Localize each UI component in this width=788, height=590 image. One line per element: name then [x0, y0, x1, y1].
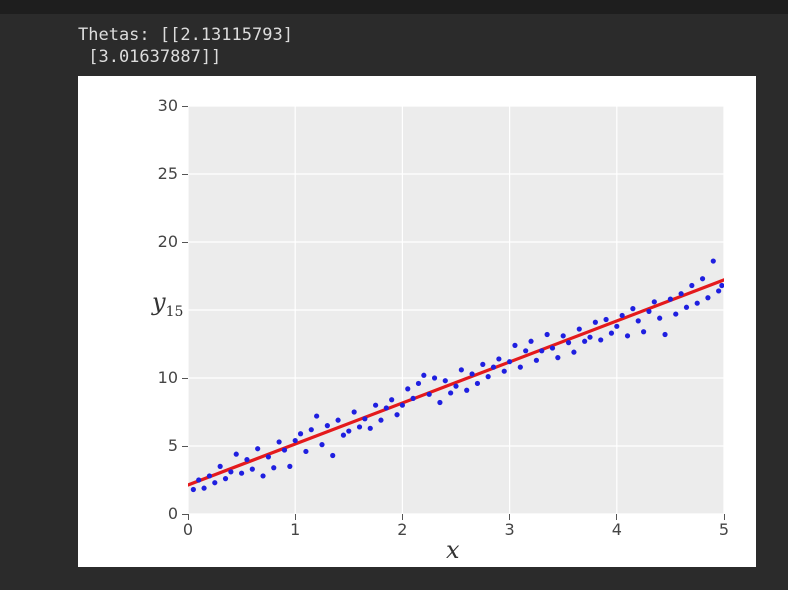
matplotlib-figure: y15 x 0 5 10 20 25 30 0 1 2 3 4 5 — [78, 76, 756, 567]
y-tick-label: 5 — [138, 436, 178, 455]
x-tick-mark — [509, 514, 510, 520]
stdout-text: Thetas: [[2.13115793] [3.01637887]] — [78, 24, 788, 68]
x-tick-label: 0 — [176, 520, 200, 539]
plot-axes — [188, 106, 724, 514]
x-tick-label: 4 — [605, 520, 629, 539]
x-tick-mark — [188, 514, 189, 520]
y-axis-label: y15 — [152, 288, 183, 320]
y-tick-mark — [182, 106, 188, 107]
y-tick-mark — [182, 242, 188, 243]
plot-svg — [188, 106, 724, 514]
x-tick-label: 5 — [712, 520, 736, 539]
stdout-line-1: Thetas: [[2.13115793] — [78, 25, 293, 45]
y-tick-mark — [182, 174, 188, 175]
stdout-line-2: [3.01637887]] — [78, 47, 221, 67]
y-tick-label: 20 — [138, 232, 178, 251]
y-tick-label: 0 — [138, 504, 178, 523]
x-tick-mark — [616, 514, 617, 520]
y-tick-label: 25 — [138, 164, 178, 183]
x-tick-mark — [402, 514, 403, 520]
x-tick-label: 1 — [283, 520, 307, 539]
window-tab-strip — [0, 0, 788, 14]
y-tick-mark — [182, 378, 188, 379]
y-tick-mark — [182, 446, 188, 447]
x-axis-label: x — [446, 536, 460, 564]
x-tick-label: 2 — [390, 520, 414, 539]
y-tick-label: 10 — [138, 368, 178, 387]
x-tick-mark — [295, 514, 296, 520]
x-tick-mark — [724, 514, 725, 520]
notebook-output-cell: Thetas: [[2.13115793] [3.01637887]] y15 … — [0, 14, 788, 567]
y-tick-label: 30 — [138, 96, 178, 115]
x-tick-label: 3 — [498, 520, 522, 539]
